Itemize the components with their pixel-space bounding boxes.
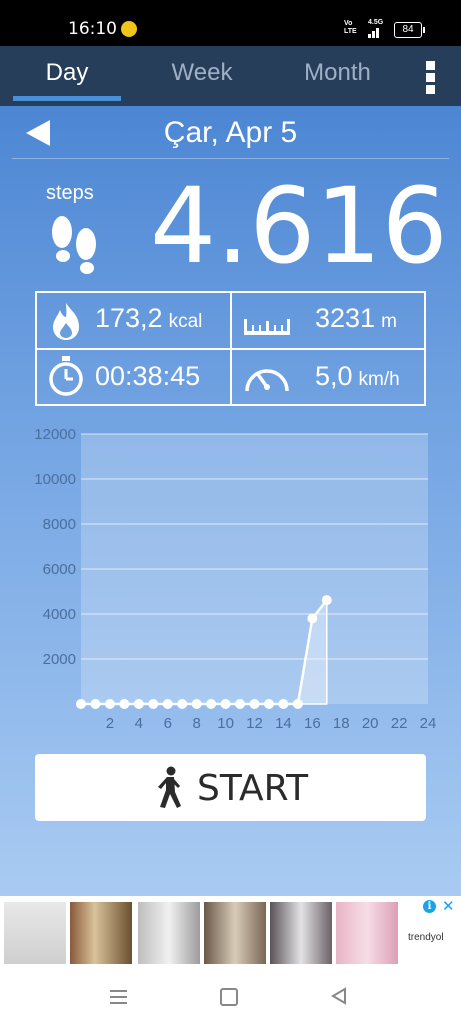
- x-tick-label: 24: [420, 715, 437, 732]
- tab-indicator: [13, 96, 121, 101]
- chart-point: [263, 699, 274, 709]
- stats-grid: 173,2 kcal 3231 m 00:38:45 5,0 km/h: [35, 291, 426, 406]
- ad-thumbnail[interactable]: [336, 902, 398, 964]
- x-tick-label: 8: [192, 715, 200, 732]
- divider: [12, 158, 449, 159]
- stopwatch-icon: [49, 356, 83, 396]
- ad-thumbnail[interactable]: [70, 902, 132, 964]
- y-tick-label: 4000: [43, 606, 76, 623]
- y-tick-label: 10000: [34, 471, 76, 488]
- status-time: 16:10: [68, 19, 117, 39]
- ad-brand: trendyol: [408, 932, 444, 943]
- home-icon[interactable]: [220, 988, 238, 1006]
- calories-unit: kcal: [168, 311, 203, 332]
- chart-point: [133, 699, 144, 709]
- chart-point: [119, 699, 130, 709]
- ad-banner[interactable]: i ✕ trendyol: [0, 896, 461, 970]
- divider: [37, 348, 424, 350]
- x-tick-label: 12: [246, 715, 263, 732]
- distance-value: 3231: [315, 303, 376, 333]
- chart-point: [249, 699, 260, 709]
- chart-point: [162, 699, 173, 709]
- x-tick-label: 6: [164, 715, 172, 732]
- speedometer-icon: [245, 369, 289, 392]
- x-tick-label: 14: [275, 715, 292, 732]
- chart-point: [278, 699, 289, 709]
- speed-unit: km/h: [358, 369, 400, 390]
- tab-week[interactable]: Week: [147, 46, 257, 106]
- x-tick-label: 18: [333, 715, 350, 732]
- chart-point: [321, 595, 332, 606]
- calories-stat: 173,2 kcal: [95, 303, 202, 334]
- flame-icon: [53, 303, 79, 340]
- volte-icon: Vo LTE: [344, 20, 357, 35]
- chart-point: [292, 699, 303, 709]
- x-tick-label: 2: [106, 715, 114, 732]
- y-tick-label: 6000: [43, 561, 76, 578]
- ad-thumbnail[interactable]: [270, 902, 332, 964]
- date-title: Çar, Apr 5: [163, 116, 298, 149]
- chart-point: [206, 699, 217, 709]
- date-navigator: Çar, Apr 5: [0, 106, 461, 160]
- overflow-menu-icon[interactable]: [420, 58, 442, 96]
- x-tick-label: 16: [304, 715, 321, 732]
- steps-count: 4.616: [150, 165, 448, 287]
- x-tick-label: 10: [217, 715, 234, 732]
- steps-chart: 120001000080006000400020002 4 6 8 10 12 14 16 18…: [34, 426, 437, 732]
- system-back-icon[interactable]: [330, 987, 348, 1005]
- chart-point: [104, 699, 115, 709]
- recent-apps-icon[interactable]: [110, 990, 127, 1004]
- ad-thumbnail[interactable]: [4, 902, 66, 964]
- main-content: Çar, Apr 5 steps 4.616 173,2 kcal 3231 m…: [0, 106, 461, 896]
- start-button[interactable]: START: [35, 754, 426, 821]
- speed-stat: 5,0 km/h: [315, 361, 400, 392]
- chart-point: [307, 613, 318, 624]
- y-tick-label: 2000: [43, 651, 76, 668]
- status-bar: 16:10 Vo LTE 4.5G 84: [0, 0, 461, 46]
- signal-icon: [368, 26, 382, 38]
- chart-point: [76, 699, 86, 709]
- ruler-icon: [244, 319, 290, 335]
- system-nav-bar: [0, 970, 461, 1024]
- chart-point: [235, 699, 246, 709]
- chart-point: [90, 699, 101, 709]
- battery-icon: 84: [394, 22, 425, 38]
- chart-point: [177, 699, 188, 709]
- network-type-label: 4.5G: [368, 19, 384, 26]
- duration-value: 00:38:45: [95, 361, 201, 391]
- distance-unit: m: [381, 311, 397, 332]
- notification-icon: [121, 21, 137, 37]
- calories-value: 173,2: [95, 303, 163, 333]
- chart-point: [220, 699, 231, 709]
- duration-stat: 00:38:45: [95, 361, 200, 392]
- x-tick-label: 4: [135, 715, 143, 732]
- chart-point: [148, 699, 159, 709]
- ad-thumbnail[interactable]: [138, 902, 200, 964]
- y-tick-label: 8000: [43, 516, 76, 533]
- distance-stat: 3231 m: [315, 303, 397, 334]
- tab-month[interactable]: Month: [285, 46, 390, 106]
- ad-close-icon[interactable]: ✕: [442, 897, 455, 915]
- speed-value: 5,0: [315, 361, 353, 391]
- ad-thumbnail[interactable]: [204, 902, 266, 964]
- y-tick-label: 12000: [34, 426, 76, 443]
- x-tick-label: 22: [391, 715, 408, 732]
- steps-label: steps: [46, 182, 94, 204]
- walking-person-icon: [158, 766, 181, 808]
- ad-info-icon[interactable]: i: [423, 900, 436, 913]
- chart-point: [191, 699, 202, 709]
- footprints-icon: [52, 216, 96, 274]
- start-button-label: START: [197, 768, 309, 809]
- x-tick-label: 20: [362, 715, 379, 732]
